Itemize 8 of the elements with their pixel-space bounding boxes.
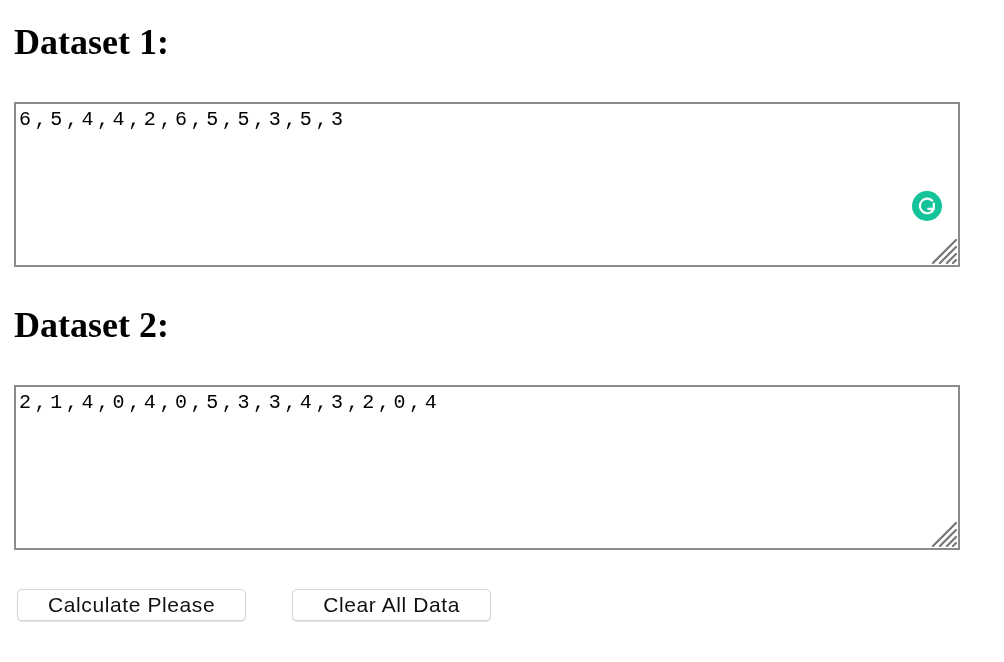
action-button[interactable]: Clear All Data bbox=[292, 589, 491, 621]
dataset-heading: Dataset 1: bbox=[14, 22, 169, 62]
dataset-heading: Dataset 2: bbox=[14, 305, 169, 345]
resize-handle-icon[interactable] bbox=[931, 238, 957, 264]
dataset-input[interactable]: 6,5,4,4,2,6,5,5,3,5,3 bbox=[14, 102, 960, 267]
dataset-input[interactable]: 2,1,4,0,4,0,5,3,3,4,3,2,0,4 bbox=[14, 385, 960, 550]
action-button[interactable]: Calculate Please bbox=[17, 589, 247, 621]
resize-handle-icon[interactable] bbox=[931, 521, 957, 547]
